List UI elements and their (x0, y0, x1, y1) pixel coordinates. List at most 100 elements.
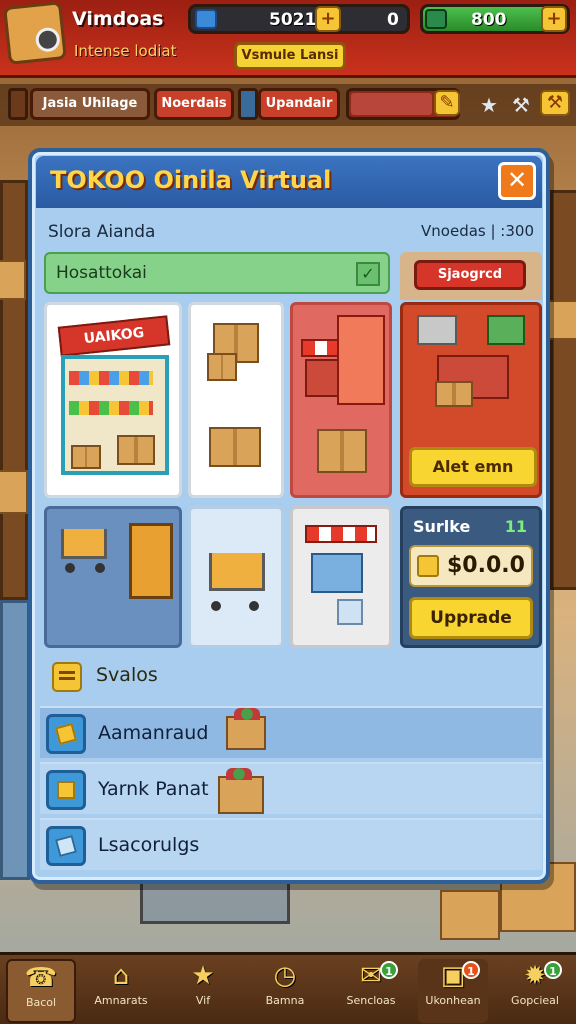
wheel-icon (211, 601, 221, 611)
nav-item-sencloas[interactable]: ✉ Sencloas 1 (336, 959, 406, 1023)
toolbar-button-1[interactable]: Jasia Uhilage (30, 88, 150, 120)
house-icon: ⌂ (112, 961, 130, 991)
app-title: Vimdoas (72, 8, 164, 30)
background-cart (0, 600, 30, 880)
upgrade-button[interactable]: Upprade (409, 597, 533, 639)
nav-item-ukonhean[interactable]: ▣ Ukonhean 1 (418, 959, 488, 1023)
shop-item-cart-and-vending[interactable] (44, 506, 182, 648)
products-row (69, 371, 153, 385)
shop-item-shopping-cart[interactable] (188, 506, 284, 648)
event-banner[interactable]: Vsmule Lansi (234, 42, 346, 70)
list-item[interactable]: Aamanraud (40, 706, 542, 758)
shop-item-boxes[interactable] (188, 302, 284, 498)
edit-icon[interactable]: ✎ (434, 90, 460, 116)
camera-box-logo-icon (3, 1, 67, 65)
list-item[interactable]: Yarnk Panat (40, 762, 542, 814)
jar-icon (46, 770, 86, 810)
nav-item-amnarats[interactable]: ⌂ Amnarats (86, 959, 156, 1023)
star-icon[interactable]: ★ (474, 90, 504, 120)
toolbar-button-3[interactable]: Upandair (258, 88, 340, 120)
ticket-icon (46, 826, 86, 866)
nav-label: Sencloas (346, 994, 396, 1007)
price-display: $0.0.0 (409, 545, 533, 587)
coins-extra-value: 0 (387, 10, 399, 30)
shield-icon (425, 9, 447, 29)
box-icon (71, 445, 101, 469)
modal-header: TOKOO Oinila Virtual ✕ (36, 156, 542, 208)
shelf-sign: UAIKOG (57, 315, 171, 357)
cart-icon (61, 529, 107, 559)
gems-value: 800 (471, 10, 507, 30)
cart-icon (209, 553, 265, 591)
nav-label: Gopcieal (511, 994, 559, 1007)
toolbar-divider (238, 88, 258, 120)
list-icon (52, 662, 82, 692)
gems-bar: 800 + (420, 4, 570, 34)
nav-item-bamna[interactable]: ◷ Bamna (250, 959, 320, 1023)
card-icon (195, 9, 217, 29)
list-item-label: Lsacorulgs (98, 834, 200, 856)
notification-badge: 1 (462, 961, 480, 979)
background-shelf (550, 190, 576, 590)
list-item[interactable]: Lsacorulgs (40, 818, 542, 870)
hand-icon (46, 714, 86, 754)
nav-label: Bamna (265, 994, 305, 1007)
modal-title: TOKOO Oinila Virtual (50, 166, 332, 194)
featured-buy-button[interactable]: Alet emn (409, 447, 537, 487)
nav-label: Bacol (25, 996, 57, 1009)
shop-item-display-shelf[interactable]: UAIKOG (44, 302, 182, 498)
section-title: Svalos (96, 664, 158, 686)
products-row (69, 401, 153, 415)
awning-icon (305, 525, 377, 543)
search-field[interactable]: Hosattokai ✓ (44, 252, 390, 294)
basket-icon (417, 315, 457, 345)
nav-label: Ukonhean (425, 994, 481, 1007)
nav-item-vif[interactable]: ★ Vif (168, 959, 238, 1023)
currency-info: Vnoedas | :300 (421, 222, 534, 240)
stats-label: Surlke (413, 517, 471, 536)
shop-item-market-stall[interactable] (290, 302, 392, 498)
add-gems-button[interactable]: + (541, 6, 567, 32)
list-item-label: Aamanraud (98, 722, 209, 744)
stats-panel: Surlke 11 $0.0.0 Upprade (400, 506, 542, 648)
toolbar-handle (8, 88, 28, 120)
produce-crate-icon (218, 768, 264, 814)
app-subtitle: Intense lodiat (74, 42, 177, 60)
notification-badge: 1 (380, 961, 398, 979)
star-icon: ★ (191, 961, 215, 991)
section-header: Svalos (44, 658, 542, 698)
nav-item-bacol[interactable]: ☎ Bacol (6, 959, 76, 1023)
kiosk-icon (311, 553, 363, 593)
produce-crate-icon (226, 708, 266, 750)
toolbar: Jasia Uhilage Noerdais Upandair ✎ ★ ⚒ ⚒ (0, 84, 576, 126)
crate-icon (337, 599, 363, 625)
store-modal: TOKOO Oinila Virtual ✕ Slora Aianda Vnoe… (28, 148, 550, 884)
notification-badge: 1 (544, 961, 562, 979)
add-coins-button[interactable]: + (315, 6, 341, 32)
nav-label: Amnarats (94, 994, 148, 1007)
wheel-icon (95, 563, 105, 573)
hammer-icon[interactable]: ⚒ (540, 90, 570, 116)
check-icon[interactable]: ✓ (356, 262, 380, 286)
stall-booth-icon (337, 315, 385, 405)
close-button[interactable]: ✕ (498, 162, 536, 200)
shop-item-featured[interactable]: Alet emn (400, 302, 542, 498)
vending-machine-icon (129, 523, 173, 599)
coin-icon (417, 555, 439, 577)
toolbar-meter-fill (351, 93, 432, 115)
background-box (548, 300, 576, 340)
coins-value: 5021 (269, 10, 317, 30)
toolbar-button-2[interactable]: Noerdais (154, 88, 234, 120)
shop-item-kiosk[interactable] (290, 506, 392, 648)
background-box (0, 470, 28, 514)
special-button[interactable]: Sjaogrcd (414, 260, 526, 290)
phone-icon: ☎ (24, 963, 58, 993)
background-shelf (0, 180, 28, 600)
nav-item-gopcieal[interactable]: ✹ Gopcieal 1 (500, 959, 570, 1023)
wrench-icon[interactable]: ⚒ (506, 90, 536, 120)
store-label: Slora Aianda (48, 222, 156, 242)
chart-sign-icon (487, 315, 525, 345)
box-icon (117, 435, 155, 465)
box-icon (209, 427, 261, 467)
box-icon (207, 353, 237, 381)
